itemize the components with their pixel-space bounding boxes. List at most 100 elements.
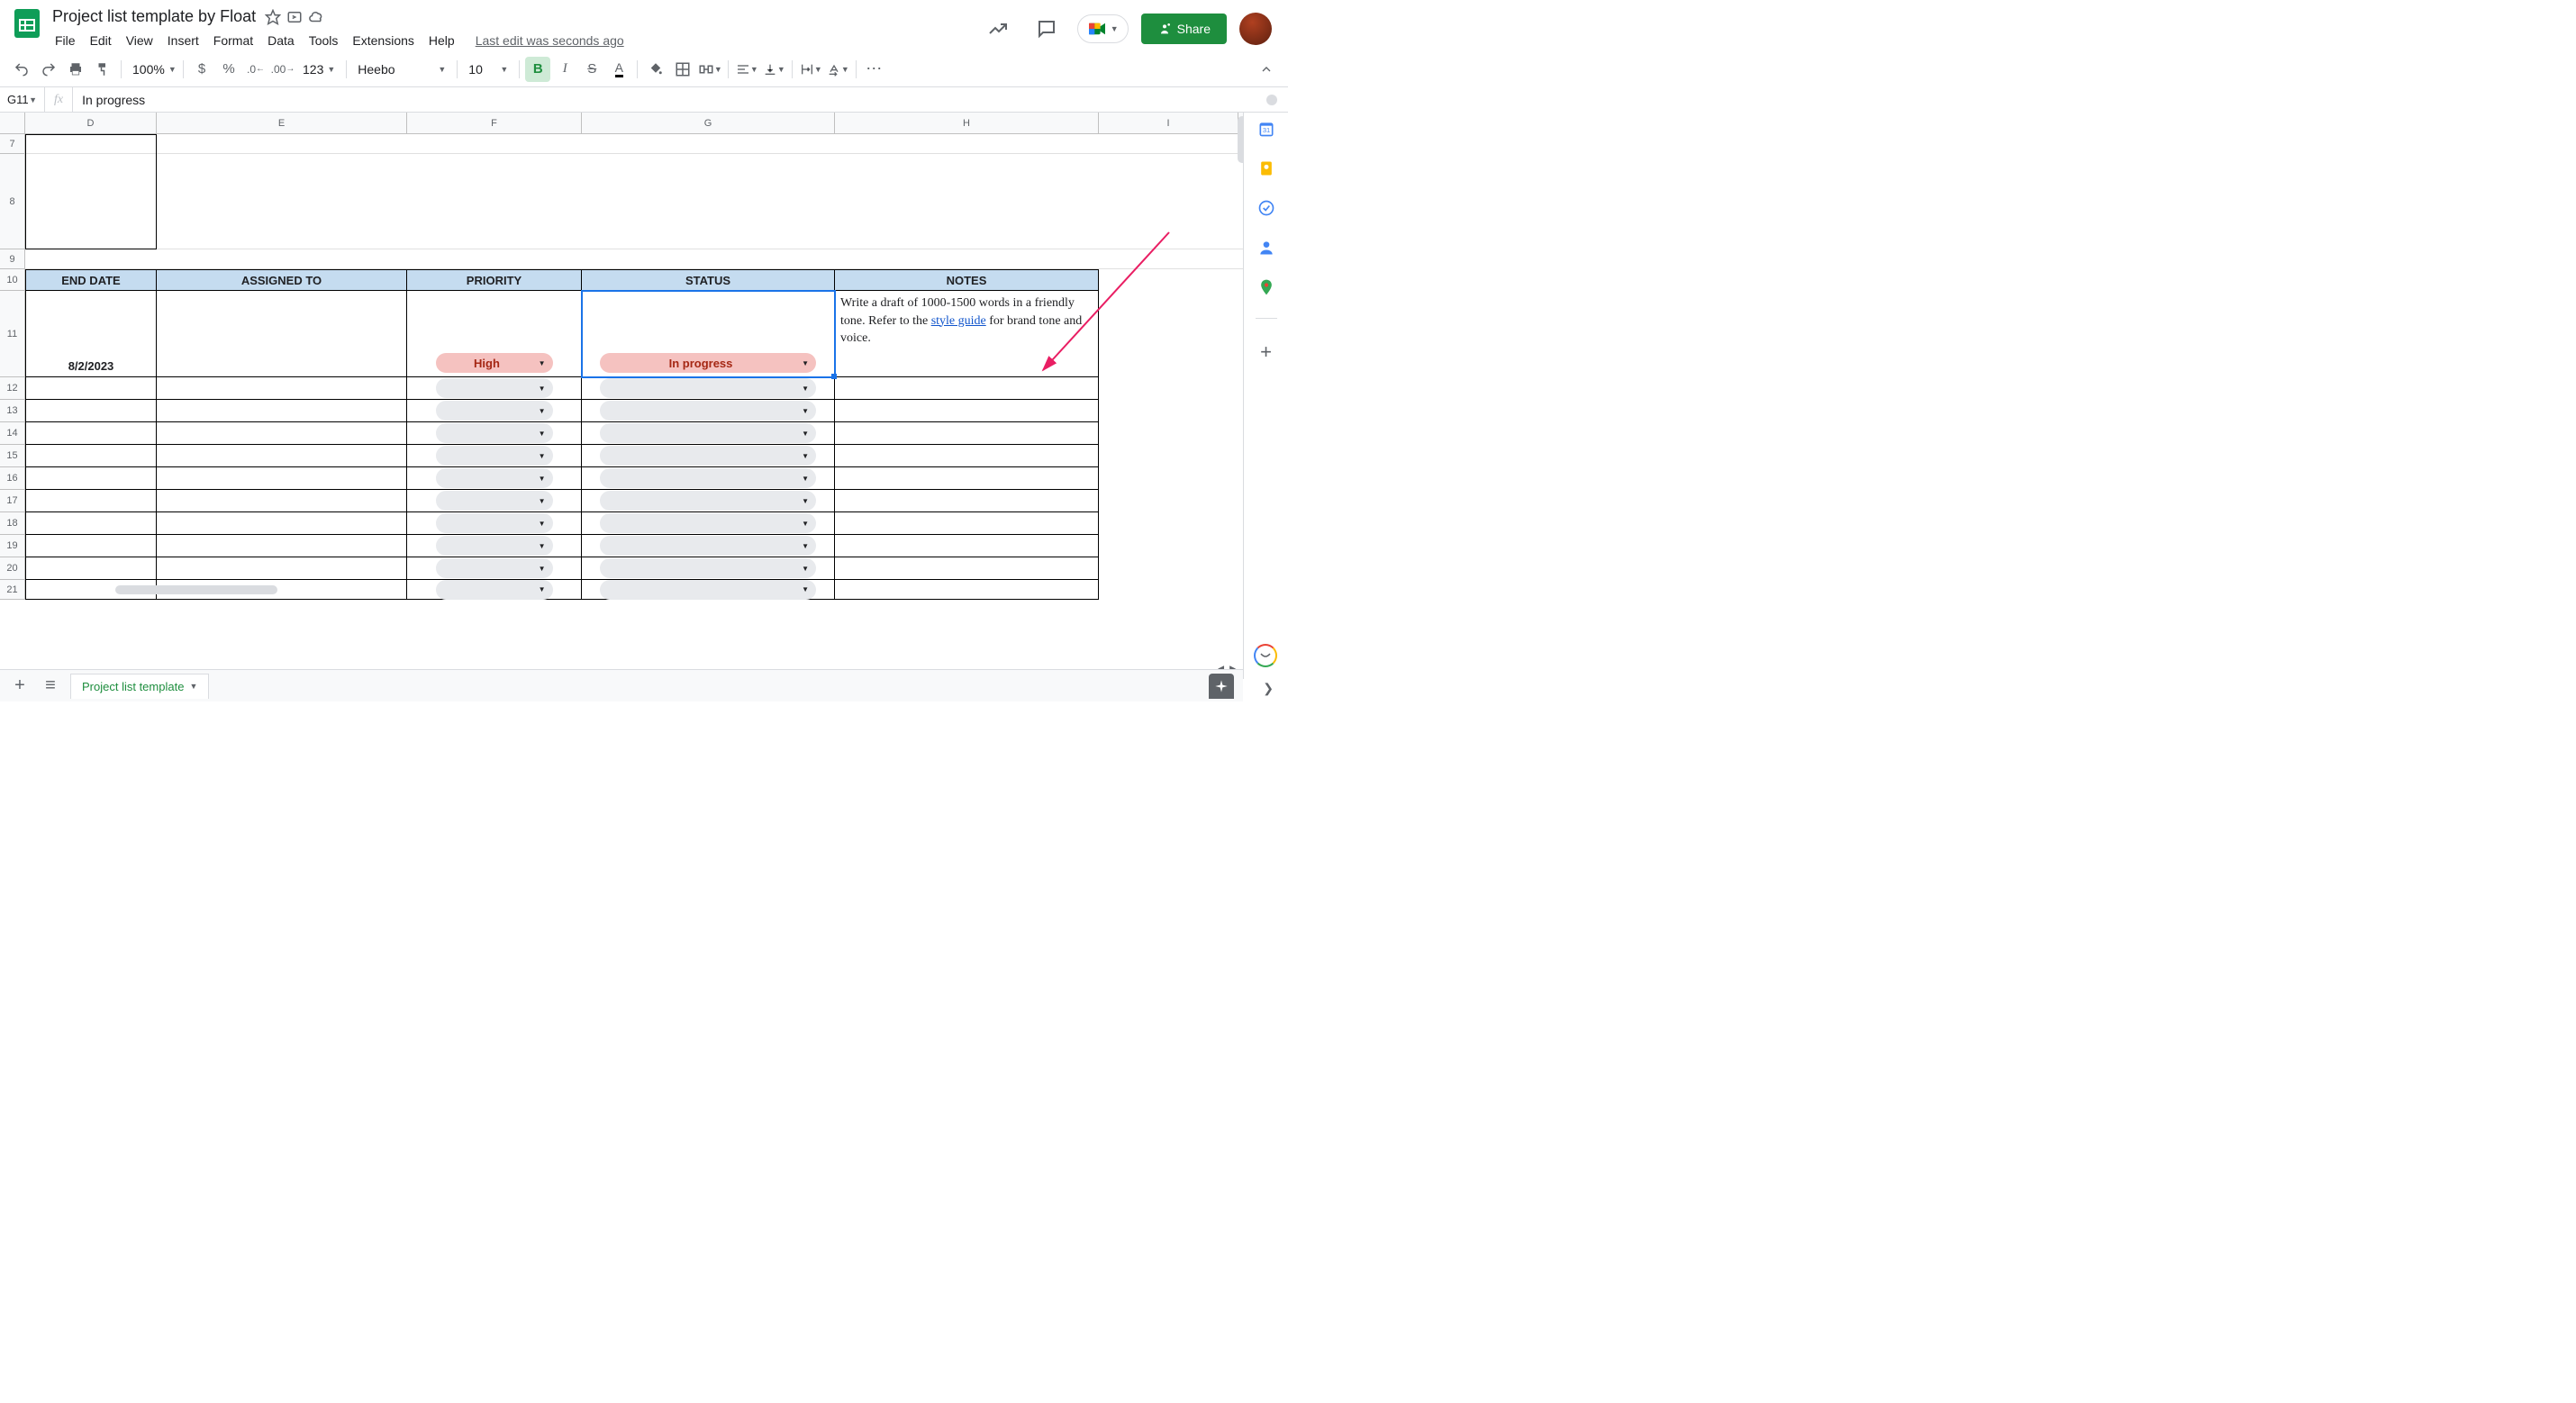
- col-header-f[interactable]: F: [407, 113, 582, 133]
- undo-button[interactable]: [9, 57, 34, 82]
- cell[interactable]: [157, 400, 407, 422]
- cell[interactable]: ▼: [582, 580, 835, 600]
- row-header[interactable]: 13: [0, 400, 25, 422]
- menu-help[interactable]: Help: [422, 30, 461, 51]
- cell[interactable]: [157, 467, 407, 490]
- cell-end-date[interactable]: 8/2/2023: [25, 291, 157, 377]
- menu-data[interactable]: Data: [261, 30, 301, 51]
- all-sheets-button[interactable]: ≡: [40, 675, 61, 696]
- row-header[interactable]: 14: [0, 422, 25, 445]
- col-header-i[interactable]: I: [1099, 113, 1238, 133]
- row-header[interactable]: 12: [0, 377, 25, 400]
- status-chip-empty[interactable]: ▼: [600, 558, 816, 578]
- percent-button[interactable]: %: [216, 57, 241, 82]
- share-button[interactable]: Share: [1141, 14, 1227, 44]
- cell-status-selected[interactable]: In progress▼: [582, 291, 835, 377]
- menu-file[interactable]: File: [49, 30, 82, 51]
- row-header[interactable]: 18: [0, 512, 25, 535]
- currency-button[interactable]: $: [189, 57, 214, 82]
- more-button[interactable]: ⋯: [862, 57, 887, 82]
- star-icon[interactable]: [265, 9, 281, 25]
- cell[interactable]: [157, 377, 407, 400]
- cell[interactable]: [157, 445, 407, 467]
- cell[interactable]: [25, 445, 157, 467]
- priority-chip-empty[interactable]: ▼: [436, 378, 553, 398]
- cell[interactable]: ▼: [407, 377, 582, 400]
- row-header[interactable]: 20: [0, 557, 25, 580]
- row-header[interactable]: 21: [0, 580, 25, 600]
- cell[interactable]: ▼: [407, 580, 582, 600]
- cell[interactable]: [25, 467, 157, 490]
- menu-insert[interactable]: Insert: [161, 30, 205, 51]
- cell[interactable]: [835, 445, 1099, 467]
- cell[interactable]: [835, 535, 1099, 557]
- comment-icon[interactable]: [1029, 11, 1065, 47]
- cell[interactable]: ▼: [582, 377, 835, 400]
- contacts-icon[interactable]: [1257, 239, 1275, 257]
- cell[interactable]: ▼: [407, 467, 582, 490]
- row-header[interactable]: 8: [0, 154, 25, 249]
- calendar-icon[interactable]: 31: [1257, 120, 1275, 138]
- zoom-select[interactable]: 100%▼: [127, 58, 177, 81]
- cell[interactable]: ▼: [582, 400, 835, 422]
- user-avatar[interactable]: [1239, 13, 1272, 45]
- cell[interactable]: ▼: [582, 535, 835, 557]
- status-chip-empty[interactable]: ▼: [600, 401, 816, 421]
- keep-icon[interactable]: [1257, 159, 1275, 177]
- priority-chip[interactable]: High▼: [436, 353, 553, 373]
- cell[interactable]: ▼: [407, 490, 582, 512]
- cell[interactable]: [157, 422, 407, 445]
- status-chip[interactable]: In progress▼: [600, 353, 816, 373]
- explore-button[interactable]: [1209, 674, 1234, 699]
- sheet-area[interactable]: D E F G H I 7 8 9 10 11 12 13 14 15 16 1…: [0, 113, 1243, 679]
- cell[interactable]: ▼: [407, 535, 582, 557]
- row-header[interactable]: 7: [0, 134, 25, 154]
- cell[interactable]: [835, 467, 1099, 490]
- increase-decimal-button[interactable]: .00→: [270, 57, 295, 82]
- collapse-toolbar-button[interactable]: [1254, 57, 1279, 82]
- status-chip-empty[interactable]: ▼: [600, 536, 816, 556]
- fill-color-button[interactable]: [643, 57, 668, 82]
- cell[interactable]: ▼: [407, 422, 582, 445]
- row-header[interactable]: 9: [0, 249, 25, 269]
- priority-chip-empty[interactable]: ▼: [436, 446, 553, 466]
- cell[interactable]: ▼: [407, 445, 582, 467]
- merge-button[interactable]: ▼: [697, 57, 722, 82]
- formula-bar[interactable]: In progress: [73, 87, 1266, 112]
- cell[interactable]: [835, 580, 1099, 600]
- cell[interactable]: [25, 490, 157, 512]
- menu-extensions[interactable]: Extensions: [346, 30, 420, 51]
- menu-tools[interactable]: Tools: [303, 30, 345, 51]
- status-chip-empty[interactable]: ▼: [600, 491, 816, 511]
- maps-icon[interactable]: [1257, 278, 1275, 296]
- col-header-d[interactable]: D: [25, 113, 157, 133]
- cell[interactable]: ▼: [582, 445, 835, 467]
- cell[interactable]: [157, 535, 407, 557]
- cell[interactable]: ▼: [582, 490, 835, 512]
- priority-chip-empty[interactable]: ▼: [436, 491, 553, 511]
- row-header[interactable]: 10: [0, 269, 25, 291]
- cell[interactable]: [25, 535, 157, 557]
- vertical-scrollbar[interactable]: [1238, 116, 1243, 652]
- cell[interactable]: [835, 557, 1099, 580]
- selection-handle[interactable]: [831, 374, 837, 379]
- cell[interactable]: ▼: [407, 400, 582, 422]
- cell[interactable]: [835, 512, 1099, 535]
- priority-chip-empty[interactable]: ▼: [436, 558, 553, 578]
- last-edit-link[interactable]: Last edit was seconds ago: [476, 33, 624, 48]
- cell-notes[interactable]: Write a draft of 1000-1500 words in a fr…: [835, 291, 1099, 377]
- menu-edit[interactable]: Edit: [84, 30, 118, 51]
- col-header-g[interactable]: G: [582, 113, 835, 133]
- priority-chip-empty[interactable]: ▼: [436, 401, 553, 421]
- cell[interactable]: ▼: [582, 467, 835, 490]
- redo-button[interactable]: [36, 57, 61, 82]
- priority-chip-empty[interactable]: ▼: [436, 580, 553, 600]
- col-header-h[interactable]: H: [835, 113, 1099, 133]
- row-header[interactable]: 15: [0, 445, 25, 467]
- cloud-icon[interactable]: [308, 9, 324, 25]
- text-wrap-button[interactable]: ▼: [798, 57, 823, 82]
- doc-title[interactable]: Project list template by Float: [49, 5, 259, 28]
- menu-view[interactable]: View: [120, 30, 159, 51]
- horizontal-align-button[interactable]: ▼: [734, 57, 759, 82]
- cell[interactable]: [25, 422, 157, 445]
